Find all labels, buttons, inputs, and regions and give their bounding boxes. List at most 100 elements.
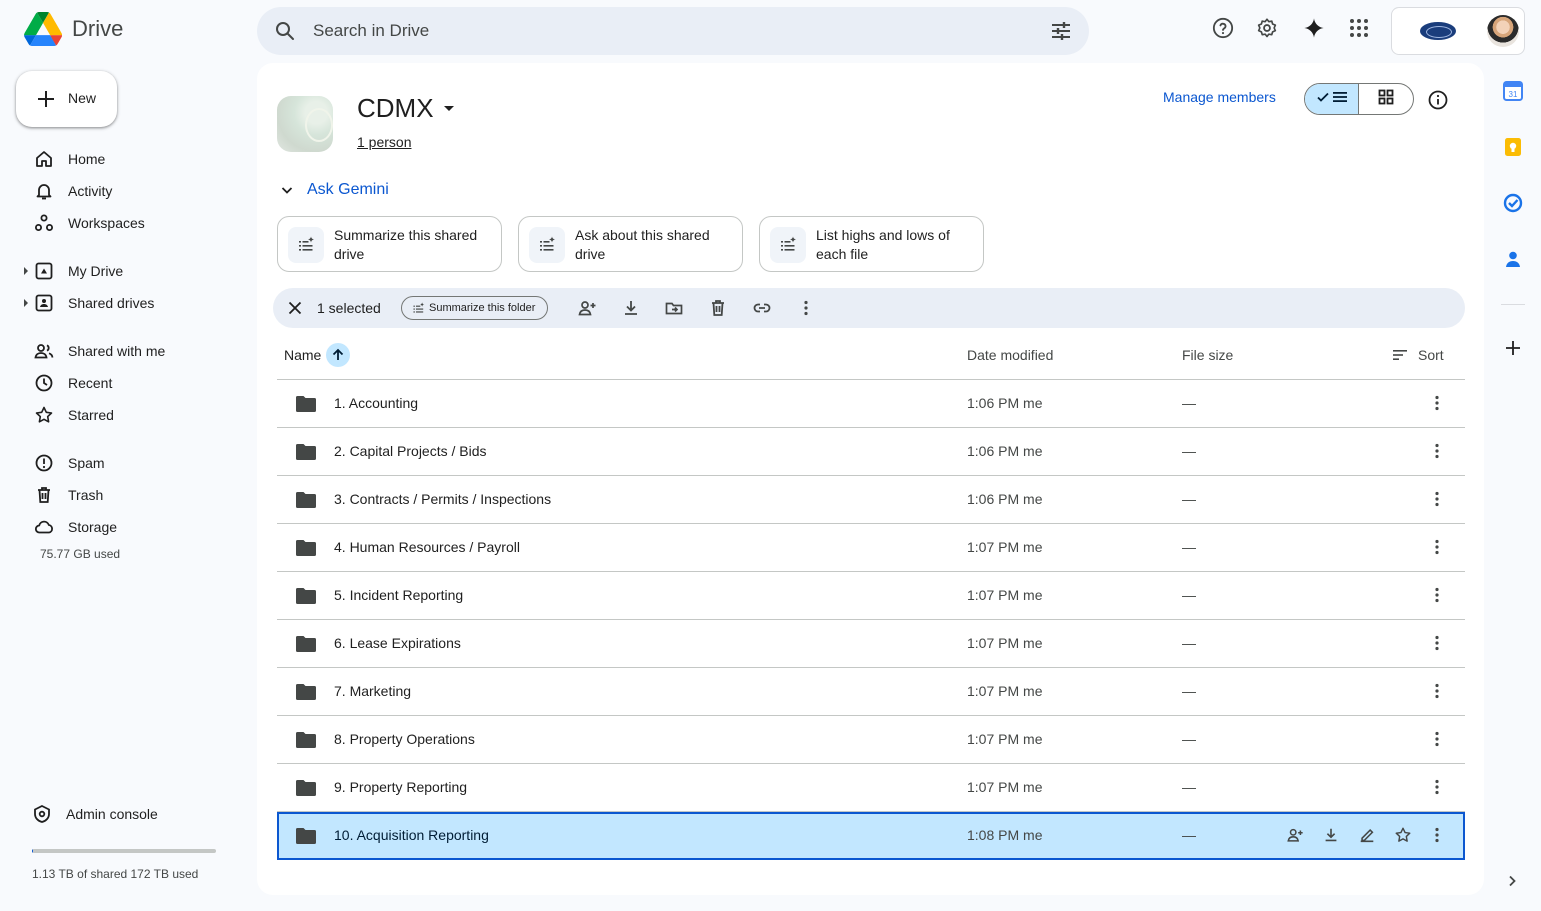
admin-console-link[interactable]: Admin console: [16, 798, 241, 830]
search-bar[interactable]: [257, 7, 1089, 55]
list-view-button[interactable]: [1305, 84, 1360, 114]
sidebar-item-home[interactable]: Home: [16, 143, 241, 175]
table-row[interactable]: 4. Human Resources / Payroll 1:07 PM me —: [277, 524, 1465, 572]
more-vert-icon[interactable]: [1427, 825, 1447, 845]
table-row[interactable]: 6. Lease Expirations 1:07 PM me —: [277, 620, 1465, 668]
table-row[interactable]: 10. Acquisition Reporting 1:08 PM me —: [277, 812, 1465, 860]
sidebar-item-label: Trash: [68, 487, 104, 503]
column-header-file-size[interactable]: File size: [1182, 347, 1233, 363]
drive-title-menu[interactable]: CDMX: [357, 93, 454, 124]
file-name: 6. Lease Expirations: [334, 635, 461, 651]
date-modified: 1:07 PM me: [967, 587, 1043, 603]
table-row[interactable]: 1. Accounting 1:06 PM me —: [277, 380, 1465, 428]
sidebar-item-shared-drives[interactable]: Shared drives: [16, 287, 241, 319]
more-vert-icon[interactable]: [796, 298, 816, 318]
sidebar-item-trash[interactable]: Trash: [16, 479, 241, 511]
table-row[interactable]: 3. Contracts / Permits / Inspections 1:06…: [277, 476, 1465, 524]
storage-used-text: 75.77 GB used: [40, 547, 121, 561]
search-icon[interactable]: [273, 19, 297, 48]
expand-caret-icon[interactable]: [24, 267, 28, 275]
chevron-right-icon[interactable]: [1504, 873, 1520, 894]
sidebar-item-my-drive[interactable]: My Drive: [16, 255, 241, 287]
add-icon[interactable]: [1501, 336, 1525, 360]
storage-quota-fill: [32, 849, 34, 853]
help-icon[interactable]: [1211, 16, 1235, 40]
keep-icon[interactable]: [1501, 135, 1525, 159]
settings-icon[interactable]: [1255, 16, 1279, 40]
app-name: Drive: [72, 16, 124, 41]
main-panel: CDMX 1 person Manage members Ask Gemini …: [257, 63, 1484, 895]
link-icon[interactable]: [752, 298, 772, 318]
search-input[interactable]: [313, 7, 1013, 55]
file-size: —: [1182, 827, 1196, 843]
table-row[interactable]: 9. Property Reporting 1:07 PM me —: [277, 764, 1465, 812]
download-icon[interactable]: [1321, 825, 1341, 845]
sort-icon: [1392, 348, 1408, 362]
contacts-icon[interactable]: [1501, 247, 1525, 271]
sidebar-item-label: Activity: [68, 183, 113, 199]
date-modified: 1:06 PM me: [967, 395, 1043, 411]
folder-icon: [295, 779, 317, 802]
sidebar-item-starred[interactable]: Starred: [16, 399, 241, 431]
more-vert-icon[interactable]: [1427, 729, 1447, 749]
avatar[interactable]: [1487, 15, 1519, 47]
column-header-name[interactable]: Name: [284, 347, 321, 363]
sort-direction-arrow-icon[interactable]: [326, 343, 350, 367]
sidebar-item-shared-with-me[interactable]: Shared with me: [16, 335, 241, 367]
share-person-add-icon[interactable]: [1285, 825, 1305, 845]
more-vert-icon[interactable]: [1427, 537, 1447, 557]
gemini-chip-ask[interactable]: Ask about this shared drive: [518, 216, 743, 272]
table-row[interactable]: 7. Marketing 1:07 PM me —: [277, 668, 1465, 716]
column-header-date-modified[interactable]: Date modified: [967, 347, 1053, 363]
sidebar-item-recent[interactable]: Recent: [16, 367, 241, 399]
more-vert-icon[interactable]: [1427, 441, 1447, 461]
sidebar-item-workspaces[interactable]: Workspaces: [16, 207, 241, 239]
list-view-icon: [1332, 90, 1348, 109]
view-toggle[interactable]: [1304, 83, 1414, 115]
members-link[interactable]: 1 person: [357, 134, 411, 150]
table-row[interactable]: 5. Incident Reporting 1:07 PM me —: [277, 572, 1465, 620]
gemini-chip-highs-lows[interactable]: List highs and lows of each file: [759, 216, 984, 272]
tasks-icon[interactable]: [1501, 191, 1525, 215]
gemini-chip-summarize[interactable]: Summarize this shared drive: [277, 216, 502, 272]
more-vert-icon[interactable]: [1427, 777, 1447, 797]
new-button[interactable]: New: [16, 71, 117, 127]
manage-members-button[interactable]: Manage members: [1163, 89, 1276, 105]
more-vert-icon[interactable]: [1427, 585, 1447, 605]
date-modified: 1:07 PM me: [967, 539, 1043, 555]
date-modified: 1:08 PM me: [967, 827, 1043, 843]
trash-icon[interactable]: [708, 298, 728, 318]
star-icon[interactable]: [1393, 825, 1413, 845]
file-name: 8. Property Operations: [334, 731, 475, 747]
file-size: —: [1182, 635, 1196, 651]
account-switcher[interactable]: [1391, 7, 1525, 55]
ask-gemini-toggle[interactable]: Ask Gemini: [279, 181, 389, 199]
file-name: 2. Capital Projects / Bids: [334, 443, 487, 459]
rename-pencil-icon[interactable]: [1357, 825, 1377, 845]
info-icon[interactable]: [1427, 89, 1449, 116]
grid-view-button[interactable]: [1359, 84, 1413, 114]
close-icon[interactable]: [285, 298, 305, 323]
sidebar-item-storage[interactable]: Storage: [16, 511, 241, 543]
search-options-icon[interactable]: [1049, 19, 1073, 48]
more-vert-icon[interactable]: [1427, 633, 1447, 653]
table-row[interactable]: 8. Property Operations 1:07 PM me —: [277, 716, 1465, 764]
gemini-icon[interactable]: [1302, 16, 1326, 40]
calendar-icon[interactable]: 31: [1501, 79, 1525, 103]
expand-caret-icon[interactable]: [24, 299, 28, 307]
sort-button[interactable]: Sort: [1392, 347, 1444, 363]
download-icon[interactable]: [621, 298, 641, 318]
drive-logo[interactable]: Drive: [24, 12, 123, 46]
file-size: —: [1182, 395, 1196, 411]
sidebar-item-activity[interactable]: Activity: [16, 175, 241, 207]
more-vert-icon[interactable]: [1427, 489, 1447, 509]
move-to-folder-icon[interactable]: [664, 298, 684, 318]
share-person-add-icon[interactable]: [577, 298, 597, 318]
summarize-folder-button[interactable]: Summarize this folder: [401, 296, 549, 320]
more-vert-icon[interactable]: [1427, 681, 1447, 701]
folder-icon: [295, 491, 317, 514]
apps-grid-icon[interactable]: [1347, 16, 1371, 40]
table-row[interactable]: 2. Capital Projects / Bids 1:06 PM me —: [277, 428, 1465, 476]
more-vert-icon[interactable]: [1427, 393, 1447, 413]
sidebar-item-spam[interactable]: Spam: [16, 447, 241, 479]
